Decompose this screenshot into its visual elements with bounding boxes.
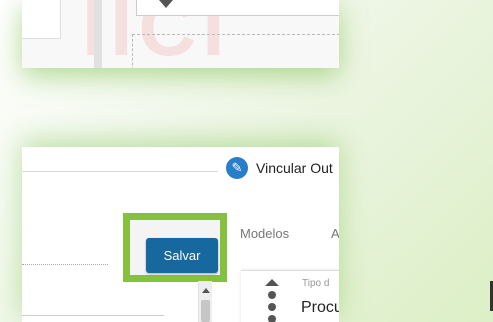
list-divider — [22, 315, 164, 316]
save-button[interactable]: Salvar — [146, 238, 218, 273]
tab-modelos[interactable]: Modelos — [240, 226, 289, 241]
drag-handle-icon[interactable] — [265, 279, 279, 322]
bottom-screenshot-crop: ✎ Vincular Out Salvar Modelos A Tipo d P… — [22, 147, 339, 322]
dropdown-caret-icon[interactable] — [159, 0, 173, 8]
save-highlight-inner: Salvar — [130, 220, 220, 275]
dotted-separator — [22, 264, 108, 265]
scroll-gutter — [94, 0, 102, 68]
list-scrollbar[interactable] — [198, 281, 212, 322]
save-highlight-frame: Salvar — [123, 213, 227, 282]
field-type-label: Tipo d — [302, 278, 330, 289]
dashed-drop-zone — [132, 34, 339, 68]
handle-up-arrow-icon — [265, 279, 279, 286]
chevron-up-icon[interactable] — [202, 288, 210, 293]
header-divider — [22, 171, 218, 172]
edit-pencil-icon[interactable]: ✎ — [226, 157, 248, 179]
handle-dot — [268, 315, 276, 322]
field-card[interactable]: Tipo d Procu — [241, 270, 339, 322]
left-panel — [22, 0, 61, 39]
field-value: Procu — [301, 299, 339, 316]
handle-dot — [268, 291, 276, 299]
top-screenshot-crop: IICI — [22, 0, 339, 68]
vincular-link[interactable]: Vincular Out — [256, 160, 333, 176]
scroll-thumb[interactable] — [201, 300, 210, 322]
handle-dot — [268, 303, 276, 311]
tab-a[interactable]: A — [331, 226, 339, 241]
